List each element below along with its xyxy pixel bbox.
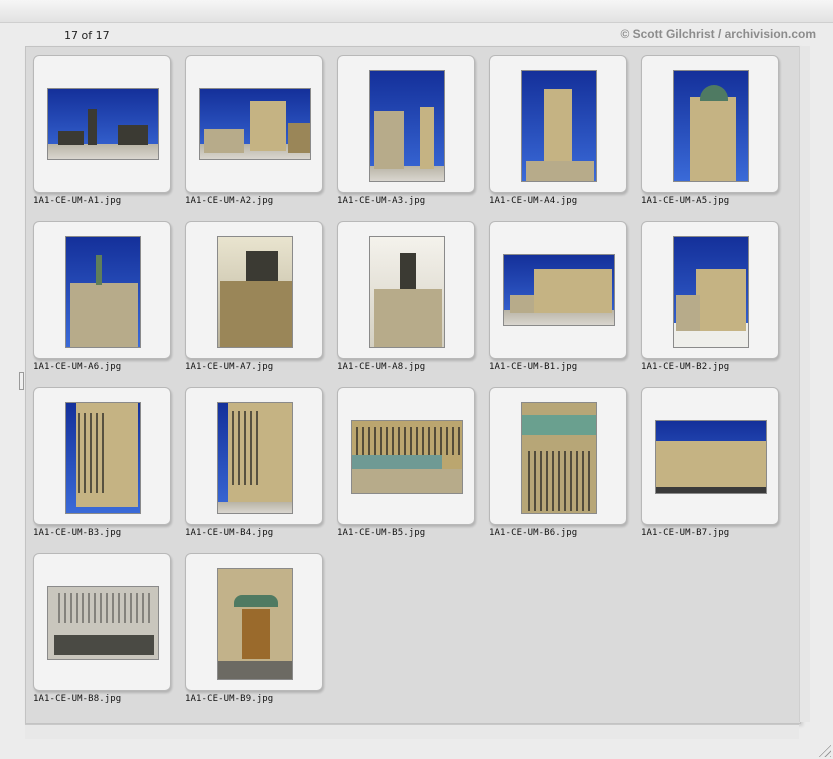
thumbnail-slide[interactable]	[33, 55, 171, 193]
thumbnail-caption: 1A1-CE-UM-B8.jpg	[33, 694, 122, 704]
thumbnail-image	[217, 236, 293, 348]
thumbnail-caption: 1A1-CE-UM-A2.jpg	[185, 196, 274, 206]
thumbnail-caption: 1A1-CE-UM-B4.jpg	[185, 528, 274, 538]
resize-grip-icon[interactable]	[817, 743, 831, 757]
thumbnail-caption: 1A1-CE-UM-B6.jpg	[489, 528, 578, 538]
thumbnail-caption: 1A1-CE-UM-A7.jpg	[185, 362, 274, 372]
image-count: 17 of 17	[64, 29, 110, 42]
thumbnail-caption: 1A1-CE-UM-A6.jpg	[33, 362, 122, 372]
thumbnail-image	[655, 420, 767, 494]
thumbnail-slide[interactable]	[337, 221, 475, 359]
thumbnail-image	[521, 402, 597, 514]
gallery-header: 17 of 17 © Scott Gilchrist / archivision…	[24, 24, 824, 46]
thumbnail-slide[interactable]	[33, 221, 171, 359]
window-title-strip	[0, 0, 833, 23]
thumbnail-slide[interactable]	[641, 387, 779, 525]
thumbnail-slide[interactable]	[33, 387, 171, 525]
thumbnail-caption: 1A1-CE-UM-A5.jpg	[641, 196, 730, 206]
thumbnail-image	[673, 236, 749, 348]
thumbnail-image	[673, 70, 749, 182]
copyright-notice: © Scott Gilchrist / archivision.com	[620, 27, 816, 41]
thumbnail-slide[interactable]	[185, 55, 323, 193]
thumbnail-slide[interactable]	[185, 221, 323, 359]
thumbnail-caption: 1A1-CE-UM-B1.jpg	[489, 362, 578, 372]
thumbnail-image	[369, 236, 445, 348]
status-bar	[25, 724, 799, 739]
thumbnail-caption: 1A1-CE-UM-B5.jpg	[337, 528, 426, 538]
thumbnail-caption: 1A1-CE-UM-B3.jpg	[33, 528, 122, 538]
thumbnail-slide[interactable]	[489, 55, 627, 193]
thumbnail-image	[369, 70, 445, 182]
thumbnail-image	[521, 70, 597, 182]
thumbnail-image	[503, 254, 615, 326]
scroll-gutter[interactable]	[799, 46, 810, 722]
thumbnail-caption: 1A1-CE-UM-A8.jpg	[337, 362, 426, 372]
thumbnail-caption: 1A1-CE-UM-A4.jpg	[489, 196, 578, 206]
thumbnail-slide[interactable]	[185, 387, 323, 525]
thumbnail-slide[interactable]	[33, 553, 171, 691]
thumbnail-image	[47, 88, 159, 160]
thumbnail-slide[interactable]	[337, 55, 475, 193]
thumbnail-caption: 1A1-CE-UM-B2.jpg	[641, 362, 730, 372]
thumbnail-image	[199, 88, 311, 160]
thumbnail-image	[47, 586, 159, 660]
thumbnail-image	[65, 402, 141, 514]
thumbnail-caption: 1A1-CE-UM-B9.jpg	[185, 694, 274, 704]
thumbnail-slide[interactable]	[641, 55, 779, 193]
thumbnail-image	[65, 236, 141, 348]
thumbnail-caption: 1A1-CE-UM-B7.jpg	[641, 528, 730, 538]
panel-resize-handle[interactable]	[19, 372, 24, 390]
thumbnail-caption: 1A1-CE-UM-A1.jpg	[33, 196, 122, 206]
thumbnail-caption: 1A1-CE-UM-A3.jpg	[337, 196, 426, 206]
thumbnail-image	[351, 420, 463, 494]
thumbnail-image	[217, 402, 293, 514]
thumbnail-slide[interactable]	[337, 387, 475, 525]
thumbnail-slide[interactable]	[489, 387, 627, 525]
thumbnail-slide[interactable]	[489, 221, 627, 359]
thumbnail-slide[interactable]	[185, 553, 323, 691]
thumbnail-slide[interactable]	[641, 221, 779, 359]
thumbnail-image	[217, 568, 293, 680]
thumbnail-grid	[25, 46, 801, 724]
